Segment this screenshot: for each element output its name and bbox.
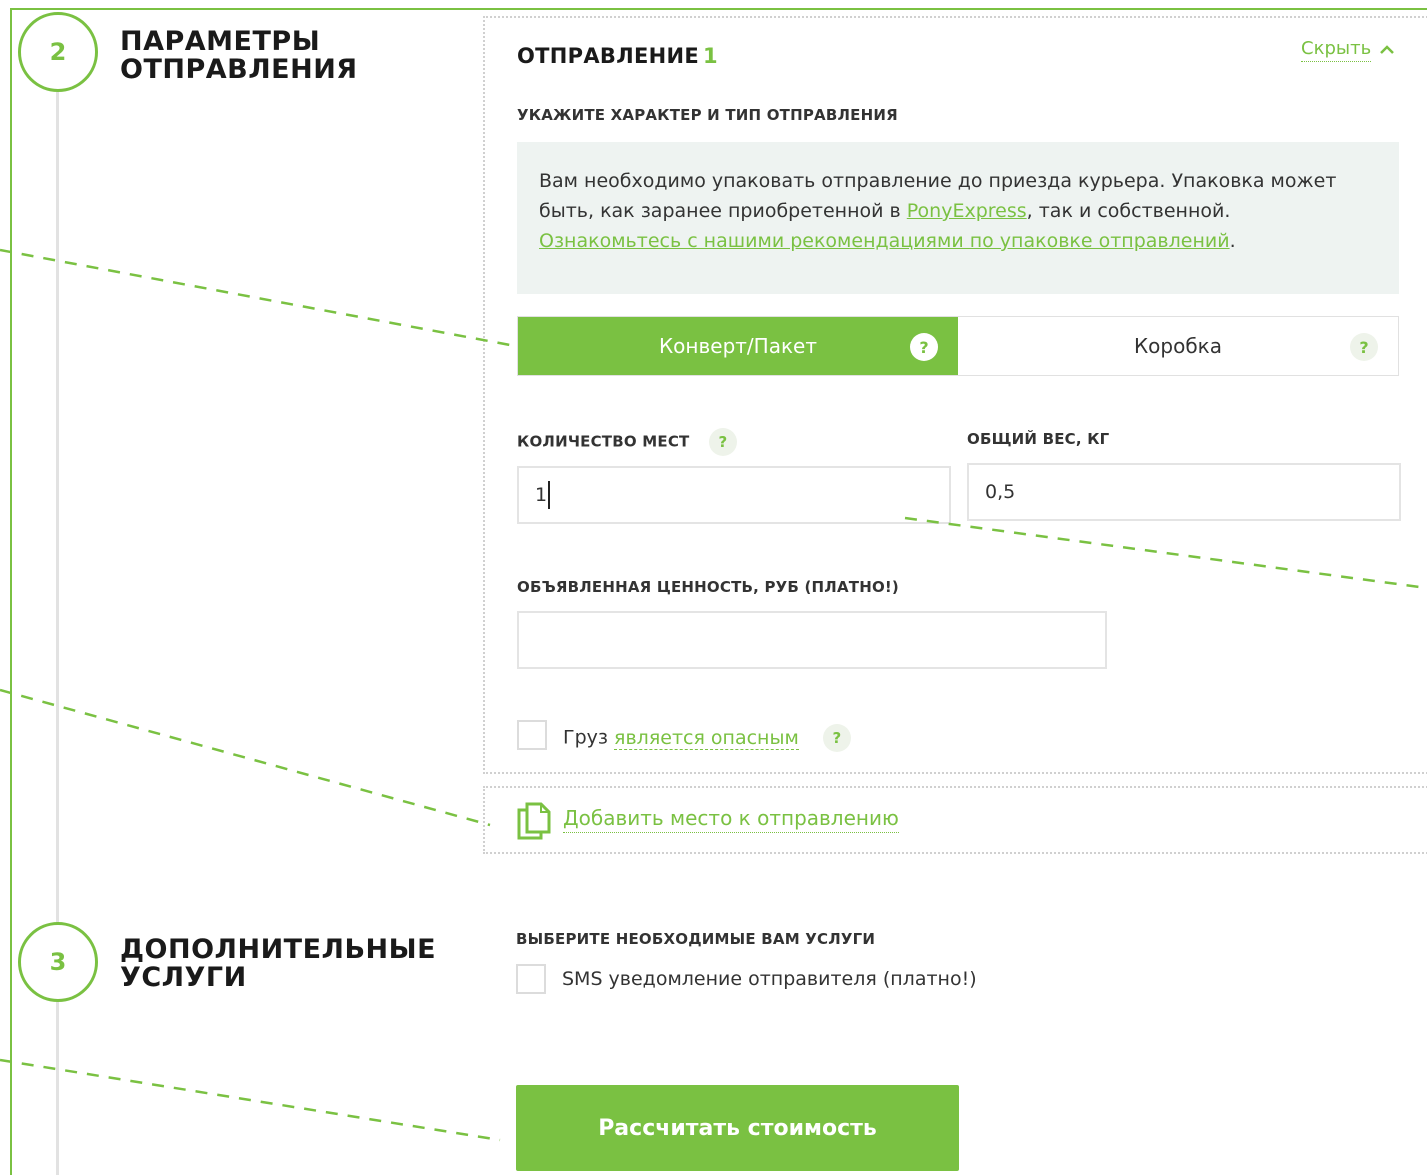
add-place-row: Добавить место к отправлению — [483, 786, 1427, 854]
type-envelope-button[interactable]: Конверт/Пакет ? — [518, 317, 958, 375]
packaging-info: Вам необходимо упаковать отправление до … — [517, 142, 1399, 294]
chevron-up-icon[interactable] — [1379, 36, 1395, 60]
sms-notification-checkbox[interactable] — [516, 964, 546, 994]
add-place-link[interactable]: Добавить место к отправлению — [563, 806, 899, 833]
step-3-title-line1: ДОПОЛНИТЕЛЬНЫЕ — [120, 934, 437, 965]
step-2-title: ПАРАМЕТРЫ ОТПРАВЛЕНИЯ — [120, 28, 358, 84]
copy-icon[interactable] — [517, 802, 551, 844]
calculate-cost-button[interactable]: Рассчитать стоимость — [516, 1085, 959, 1171]
step-2-circle: 2 — [18, 12, 98, 92]
dangerous-cargo-link[interactable]: является опасным — [614, 726, 799, 750]
step-3-circle: 3 — [18, 922, 98, 1002]
type-label: УКАЖИТЕ ХАРАКТЕР И ТИП ОТПРАВЛЕНИЯ — [517, 106, 898, 124]
text-caret — [548, 481, 551, 509]
step-2-title-line2: ОТПРАВЛЕНИЯ — [120, 54, 358, 85]
weight-label: ОБЩИЙ ВЕС, КГ — [967, 430, 1110, 448]
step-3-title-line2: УСЛУГИ — [120, 962, 247, 993]
dangerous-cargo-label: Груз является опасным ? — [563, 724, 851, 752]
step-2-number: 2 — [49, 38, 67, 66]
places-label: КОЛИЧЕСТВО МЕСТ ? — [517, 428, 737, 456]
step-2-title-line1: ПАРАМЕТРЫ — [120, 26, 321, 57]
shipment-number: 1 — [703, 44, 718, 68]
services-label: ВЫБЕРИТЕ НЕОБХОДИМЫЕ ВАМ УСЛУГИ — [516, 930, 876, 948]
steps-timeline — [56, 92, 59, 1175]
packaging-recommendations-link[interactable]: Ознакомьтесь с нашими рекомендациями по … — [539, 230, 1230, 252]
type-box-button[interactable]: Коробка ? — [958, 317, 1398, 375]
declared-value-input[interactable] — [517, 611, 1107, 669]
weight-input[interactable]: 0,5 — [967, 463, 1401, 521]
places-input[interactable]: 1 — [517, 466, 951, 524]
help-icon[interactable]: ? — [822, 724, 851, 752]
sms-notification-label: SMS уведомление отправителя (платно!) — [562, 968, 977, 990]
shipment-card: ОТПРАВЛЕНИЕ 1 Скрыть УКАЖИТЕ ХАРАКТЕР И Т… — [483, 16, 1427, 774]
declared-value-label: ОБЪЯВЛЕННАЯ ЦЕННОСТЬ, РУБ (ПЛАТНО!) — [517, 578, 899, 596]
ponyexpress-link[interactable]: PonyExpress — [907, 200, 1027, 222]
shipment-title: ОТПРАВЛЕНИЕ 1 — [517, 44, 718, 68]
help-icon[interactable]: ? — [910, 333, 938, 361]
step-3-number: 3 — [49, 948, 67, 976]
help-icon[interactable]: ? — [708, 428, 737, 456]
hide-link[interactable]: Скрыть — [1301, 38, 1372, 62]
help-icon[interactable]: ? — [1350, 333, 1378, 361]
dangerous-cargo-checkbox[interactable] — [517, 720, 547, 750]
step-3-title: ДОПОЛНИТЕЛЬНЫЕ УСЛУГИ — [120, 936, 436, 992]
shipment-type-selector: Конверт/Пакет ? Коробка ? — [517, 316, 1399, 376]
